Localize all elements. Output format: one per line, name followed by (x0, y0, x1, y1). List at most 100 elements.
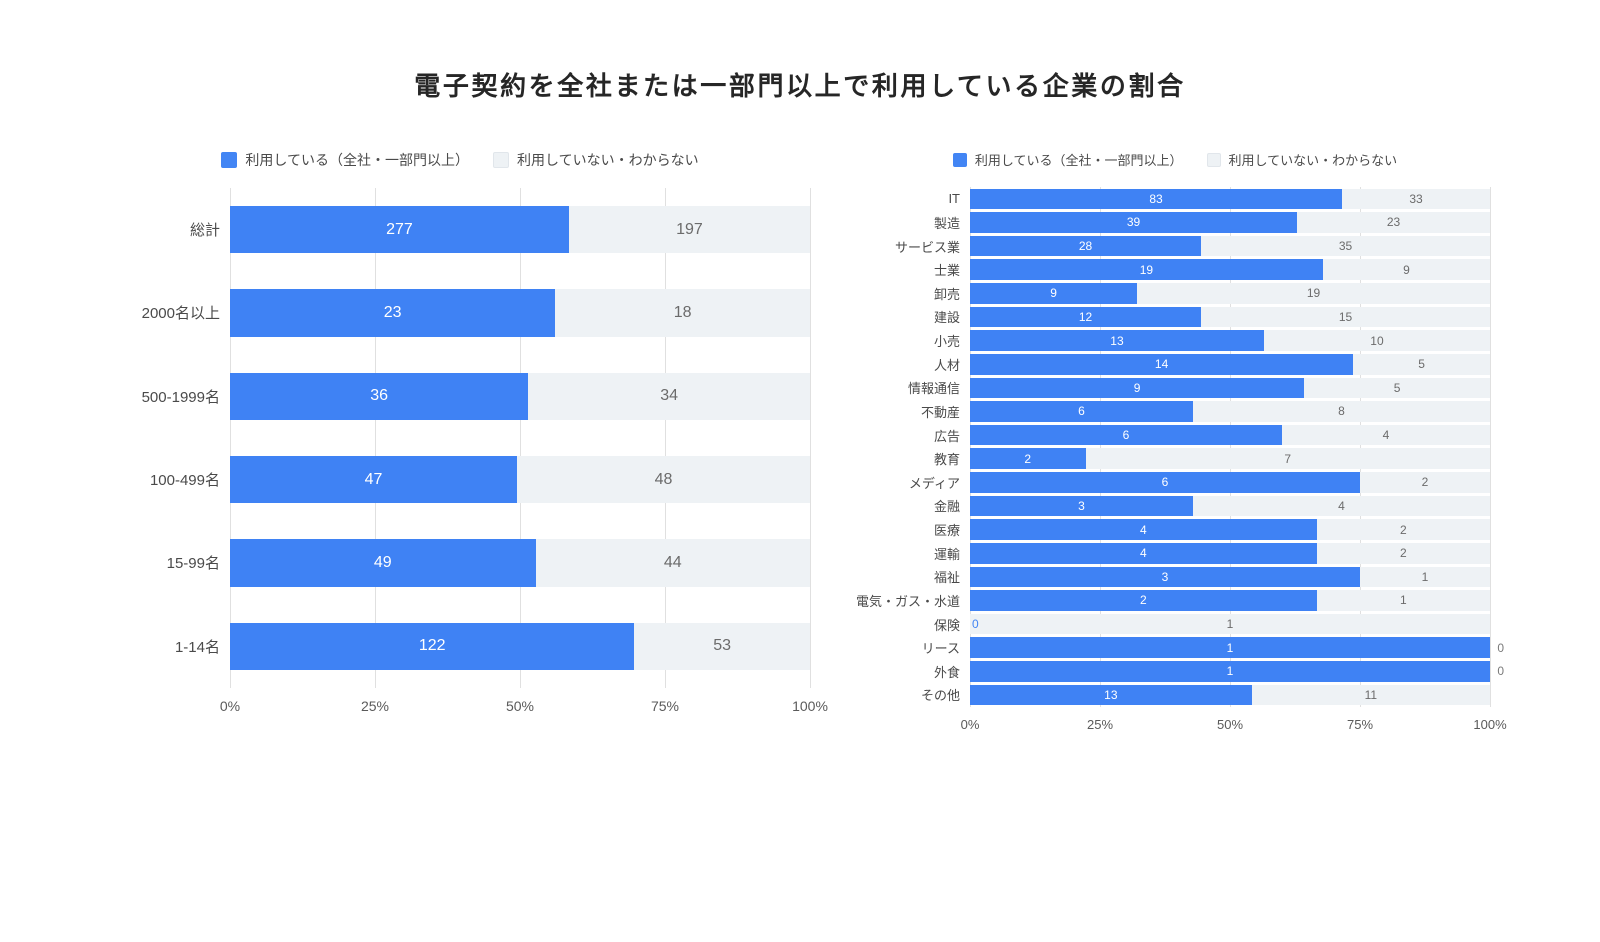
bar-segment-using: 13 (970, 330, 1264, 351)
category-label: 2000名以上 (110, 271, 230, 354)
category-label: 人材 (860, 352, 970, 376)
bar-segment-notusing: 53 (634, 623, 810, 670)
chart-canvas: 電子契約を全社または一部門以上で利用している企業の割合 利用している（全社・一部… (80, 42, 1520, 852)
bar-segment-notusing: 8 (1193, 401, 1490, 422)
bar-segment-using: 14 (970, 354, 1353, 375)
xtick: 50% (1217, 717, 1243, 732)
bar-row: 12253 (230, 605, 810, 688)
bar-segment-notusing: 5 (1353, 354, 1490, 375)
bar-segment-using: 2 (970, 590, 1317, 611)
bar-row: 277197 (230, 188, 810, 271)
xtick: 0% (220, 698, 240, 714)
bar-segment-notusing: 2 (1317, 543, 1490, 564)
bar-row: 1311 (970, 683, 1490, 707)
legend-item-using: 利用している（全社・一部門以上） (221, 150, 469, 170)
bar-row: 919 (970, 282, 1490, 306)
bar-segment-using: 19 (970, 259, 1323, 280)
bar-segment-using: 49 (230, 539, 536, 586)
charts-row: 利用している（全社・一部門以上） 利用していない・わからない 総計2000名以上… (80, 150, 1520, 852)
bar-segment-using: 4 (970, 543, 1317, 564)
bar-segment-using: 28 (970, 236, 1201, 257)
xtick: 100% (792, 698, 828, 714)
swatch-blue-icon (221, 152, 237, 168)
bar-segment-using: 9 (970, 378, 1304, 399)
xtick: 75% (1347, 717, 1373, 732)
bar-segment-using: 6 (970, 401, 1193, 422)
bar-segment-using: 2 (970, 448, 1086, 469)
bar-segment-using: 1 (970, 661, 1490, 682)
bar-row: 62 (970, 471, 1490, 495)
category-label: 医療 (860, 518, 970, 542)
category-label: 製造 (860, 211, 970, 235)
bar-row: 4748 (230, 438, 810, 521)
category-label: 福祉 (860, 565, 970, 589)
category-label: 外食 (860, 660, 970, 684)
legend-item-notusing: 利用していない・わからない (1207, 150, 1398, 169)
bar-row: 3634 (230, 355, 810, 438)
bar-segment-notusing: 7 (1086, 448, 1490, 469)
legend-label-using: 利用している（全社・一部門以上） (245, 150, 469, 170)
legend-label-notusing: 利用していない・わからない (1229, 150, 1398, 169)
category-label: 運輸 (860, 541, 970, 565)
legend-item-using: 利用している（全社・一部門以上） (953, 150, 1183, 169)
bar-segment-notusing: 34 (528, 373, 810, 420)
chart-by-size: 利用している（全社・一部門以上） 利用していない・わからない 総計2000名以上… (110, 150, 810, 852)
bar-segment-notusing: 1 (1317, 590, 1490, 611)
bar-segment-notusing: 11 (1252, 685, 1490, 706)
category-label: サービス業 (860, 234, 970, 258)
bar-row: 2835 (970, 234, 1490, 258)
category-label: メディア (860, 471, 970, 495)
category-label: 100-499名 (110, 438, 230, 521)
bar-row: 21 (970, 589, 1490, 613)
xtick: 0% (961, 717, 980, 732)
category-label: 建設 (860, 305, 970, 329)
xaxis-left: 0%25%50%75%100% (230, 694, 810, 722)
plot-left: 総計2000名以上500-1999名100-499名15-99名1-14名 27… (110, 188, 810, 688)
category-label: 1-14名 (110, 605, 230, 688)
legend-right: 利用している（全社・一部門以上） 利用していない・わからない (860, 150, 1490, 169)
bar-segment-notusing: 4 (1282, 425, 1490, 446)
bar-segment-using: 122 (230, 623, 634, 670)
swatch-grey-icon (493, 152, 509, 168)
bar-row: 2318 (230, 271, 810, 354)
bar-segment-using: 12 (970, 307, 1201, 328)
bar-row: 34 (970, 494, 1490, 518)
bar-value-notusing: 0 (1497, 641, 1504, 655)
legend-left: 利用している（全社・一部門以上） 利用していない・わからない (110, 150, 810, 170)
xaxis-right: 0%25%50%75%100% (970, 713, 1490, 741)
bar-segment-notusing: 23 (1297, 212, 1490, 233)
bar-segment-notusing: 197 (569, 206, 810, 253)
bar-segment-notusing: 2 (1360, 472, 1490, 493)
bar-segment-using: 6 (970, 425, 1282, 446)
bar-segment-using: 47 (230, 456, 517, 503)
category-label: IT (860, 187, 970, 211)
bar-segment-using: 13 (970, 685, 1252, 706)
swatch-grey-icon (1207, 153, 1221, 167)
category-label: 不動産 (860, 400, 970, 424)
bar-row: 1310 (970, 329, 1490, 353)
category-label: 保険 (860, 612, 970, 636)
bar-segment-using: 9 (970, 283, 1137, 304)
category-label: 小売 (860, 329, 970, 353)
bar-row: 10 (970, 612, 1490, 636)
chart-by-industry: 利用している（全社・一部門以上） 利用していない・わからない IT製造サービス業… (860, 150, 1490, 852)
bar-row: 8333 (970, 187, 1490, 211)
bar-segment-notusing: 2 (1317, 519, 1490, 540)
bar-segment-notusing: 1 (970, 614, 1490, 635)
legend-item-notusing: 利用していない・わからない (493, 150, 699, 170)
legend-label-notusing: 利用していない・わからない (517, 150, 699, 170)
category-label: 15-99名 (110, 521, 230, 604)
bar-segment-notusing: 35 (1201, 236, 1490, 257)
bar-row: 64 (970, 423, 1490, 447)
category-label: その他 (860, 683, 970, 707)
bar-row: 4944 (230, 521, 810, 604)
bar-segment-notusing: 5 (1304, 378, 1490, 399)
bar-segment-notusing: 10 (1264, 330, 1490, 351)
bar-segment-using: 36 (230, 373, 528, 420)
bar-segment-using: 6 (970, 472, 1360, 493)
bar-segment-notusing: 48 (517, 456, 810, 503)
bar-segment-using: 3 (970, 496, 1193, 517)
bar-row: 68 (970, 400, 1490, 424)
category-label: 金融 (860, 494, 970, 518)
xtick: 25% (1087, 717, 1113, 732)
